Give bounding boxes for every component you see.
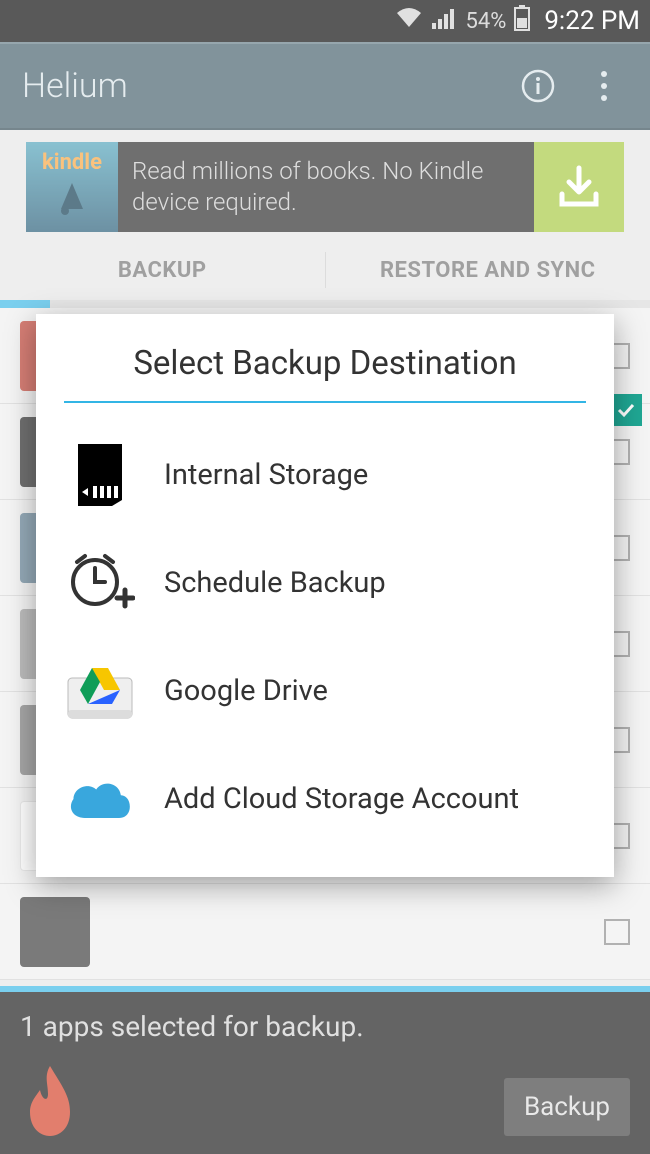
google-drive-icon [64, 655, 136, 727]
selected-badge [610, 394, 642, 426]
cloud-icon [64, 763, 136, 835]
option-internal-storage[interactable]: Internal Storage [64, 421, 586, 529]
option-google-drive[interactable]: Google Drive [64, 637, 586, 745]
option-label: Internal Storage [164, 458, 368, 493]
option-add-cloud-account[interactable]: Add Cloud Storage Account [64, 745, 586, 853]
option-label: Google Drive [164, 674, 328, 709]
check-icon [616, 400, 636, 420]
option-label: Add Cloud Storage Account [164, 782, 519, 817]
dialog-title: Select Backup Destination [64, 344, 586, 401]
option-label: Schedule Backup [164, 566, 386, 601]
dialog-divider [64, 401, 586, 403]
option-schedule-backup[interactable]: Schedule Backup [64, 529, 586, 637]
sd-card-icon [64, 439, 136, 511]
backup-destination-dialog: Select Backup Destination Internal Stora… [36, 314, 614, 877]
clock-plus-icon [64, 547, 136, 619]
